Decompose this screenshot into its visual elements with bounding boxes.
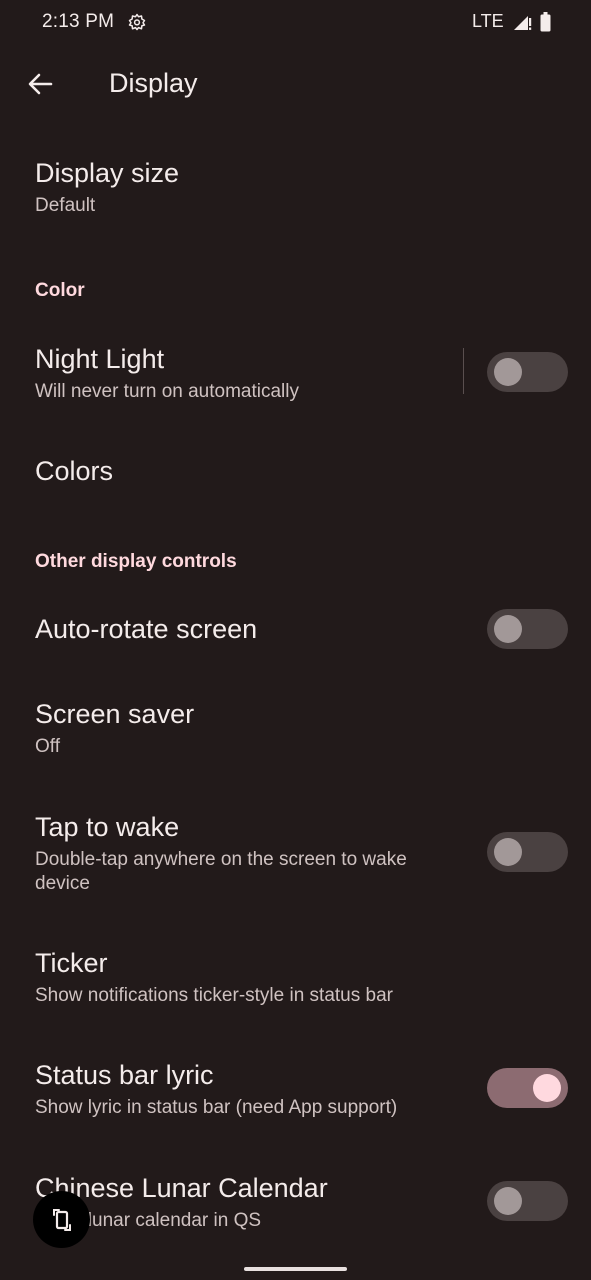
colors-title: Colors bbox=[35, 456, 114, 486]
signal-icon bbox=[514, 16, 532, 30]
tap-to-wake-switch[interactable] bbox=[487, 832, 568, 872]
page-title: Display bbox=[109, 68, 198, 98]
colors-item[interactable]: Colors bbox=[0, 448, 591, 508]
switch-thumb bbox=[494, 1187, 522, 1215]
status-bar-lyric-title: Status bar lyric bbox=[35, 1060, 214, 1090]
auto-rotate-item[interactable]: Auto-rotate screen bbox=[0, 600, 591, 662]
status-bar-lyric-switch[interactable] bbox=[487, 1068, 568, 1108]
auto-rotate-title: Auto-rotate screen bbox=[35, 614, 258, 644]
back-button[interactable] bbox=[20, 64, 60, 104]
ticker-item[interactable]: Ticker Show notifications ticker-style i… bbox=[0, 940, 591, 1020]
battery-icon bbox=[540, 12, 551, 32]
status-bar-lyric-summary: Show lyric in status bar (need App suppo… bbox=[35, 1097, 398, 1118]
rotate-screen-button[interactable] bbox=[33, 1191, 90, 1248]
settings-icon bbox=[128, 13, 146, 31]
night-light-divider bbox=[463, 348, 464, 394]
tap-to-wake-title: Tap to wake bbox=[35, 812, 180, 842]
display-size-title: Display size bbox=[35, 158, 180, 188]
lunar-calendar-item[interactable]: Chinese Lunar Calendar Show lunar calend… bbox=[0, 1165, 591, 1245]
status-time: 2:13 PM bbox=[42, 11, 115, 32]
tap-to-wake-item[interactable]: Tap to wake Double-tap anywhere on the s… bbox=[0, 804, 591, 904]
status-bar-lyric-item[interactable]: Status bar lyric Show lyric in status ba… bbox=[0, 1052, 591, 1132]
status-bar: 2:13 PM LTE bbox=[0, 0, 591, 46]
night-light-item[interactable]: Night Light Will never turn on automatic… bbox=[0, 336, 591, 412]
rotate-screen-icon bbox=[52, 1208, 71, 1231]
ticker-title: Ticker bbox=[35, 948, 108, 978]
ticker-summary: Show notifications ticker-style in statu… bbox=[35, 985, 393, 1006]
arrow-left-icon bbox=[28, 73, 53, 95]
display-size-item[interactable]: Display size Default bbox=[0, 150, 591, 240]
screen-saver-title: Screen saver bbox=[35, 699, 195, 729]
night-light-summary: Will never turn on automatically bbox=[35, 381, 299, 402]
screen-saver-value: Off bbox=[35, 736, 60, 757]
switch-thumb bbox=[533, 1074, 561, 1102]
lunar-calendar-switch[interactable] bbox=[487, 1181, 568, 1221]
navigation-handle[interactable] bbox=[244, 1267, 347, 1271]
night-light-switch[interactable] bbox=[487, 352, 568, 392]
app-bar: Display bbox=[0, 50, 591, 118]
section-header-color: Color bbox=[35, 280, 85, 301]
screen-saver-item[interactable]: Screen saver Off bbox=[0, 692, 591, 772]
switch-thumb bbox=[494, 358, 522, 386]
network-type: LTE bbox=[472, 11, 504, 31]
switch-thumb bbox=[494, 838, 522, 866]
display-size-value: Default bbox=[35, 195, 96, 216]
auto-rotate-switch[interactable] bbox=[487, 609, 568, 649]
night-light-title: Night Light bbox=[35, 344, 165, 374]
tap-to-wake-summary: Double-tap anywhere on the screen to wak… bbox=[35, 849, 407, 894]
section-header-other-display-controls: Other display controls bbox=[35, 551, 237, 572]
switch-thumb bbox=[494, 615, 522, 643]
